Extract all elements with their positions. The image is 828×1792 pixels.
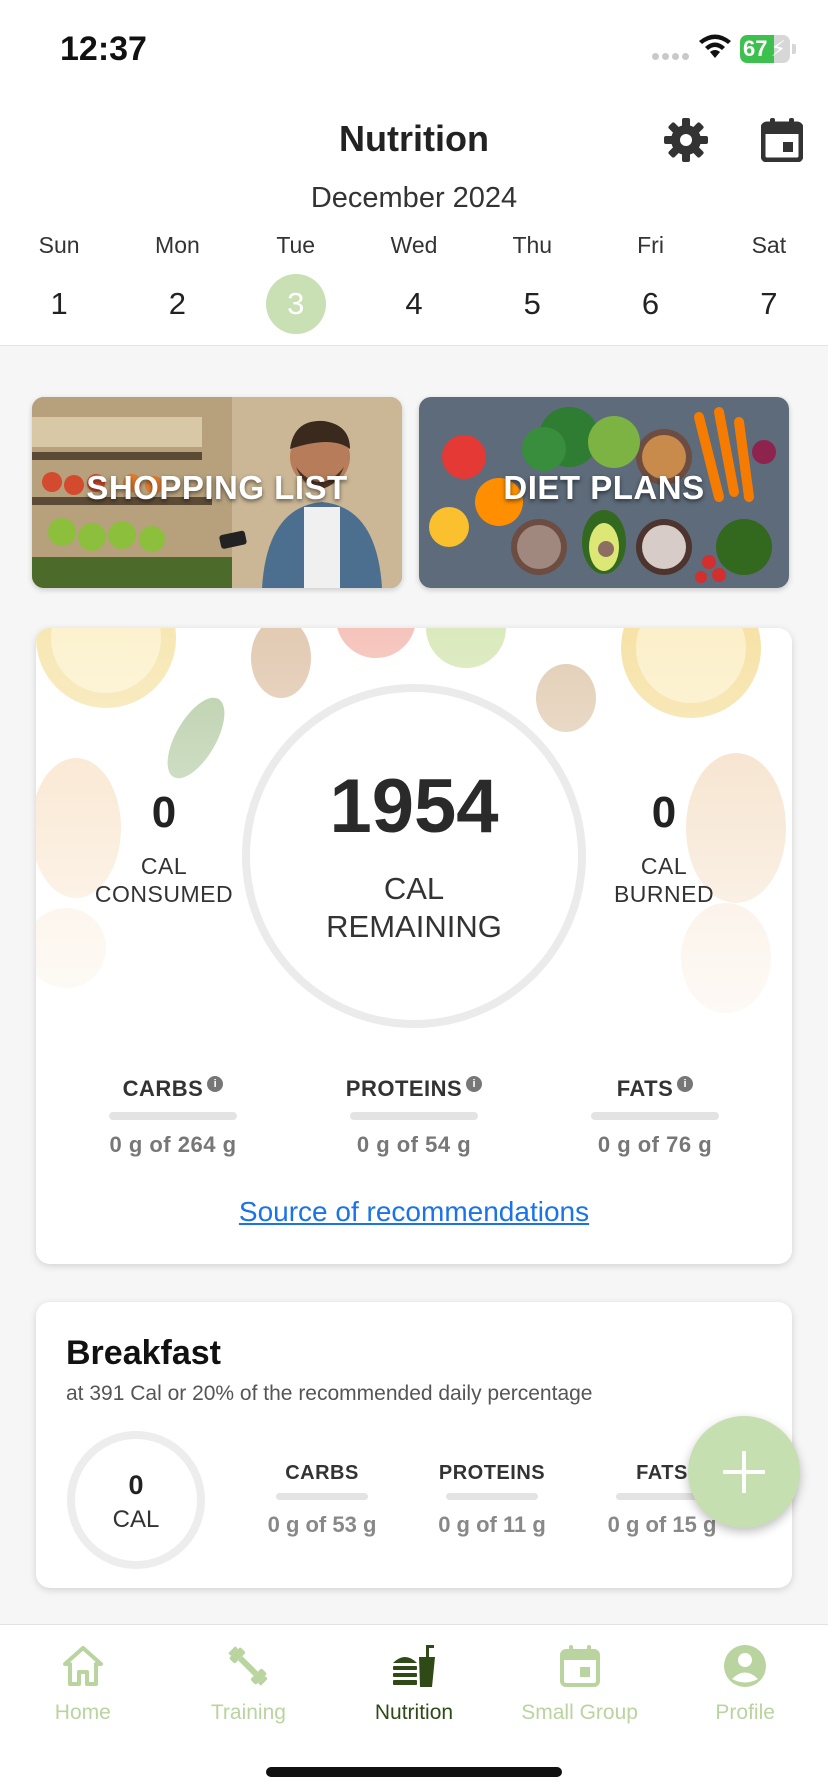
nutrition-header: Nutrition December 2024 Sun 1 Mon 2 Tue … <box>0 100 828 346</box>
calories-burned: 0 CAL BURNED <box>574 788 754 908</box>
macro-carbs-value: 0 g of 264 g <box>109 1132 237 1157</box>
shopping-list-banner[interactable]: SHOPPING LIST <box>32 397 402 588</box>
macro-fats-progress <box>591 1112 719 1120</box>
calories-burned-label: CAL BURNED <box>613 853 715 907</box>
meal-subtitle: at 391 Cal or 20% of the recommended dai… <box>66 1382 593 1405</box>
calendar-button[interactable] <box>754 112 810 168</box>
day-number: 2 <box>168 286 187 321</box>
breakfast-card[interactable]: Breakfast at 391 Cal or 20% of the recom… <box>36 1302 792 1588</box>
day-number: 6 <box>641 286 660 321</box>
calories-consumed-value: 0 <box>151 788 177 837</box>
calorie-summary-card: 1954 CAL REMAINING 0 CAL CONSUMED 0 CAL … <box>36 628 792 1264</box>
selected-day-number: 3 <box>265 274 326 334</box>
tab-small-group-label: Small Group <box>521 1701 638 1724</box>
meal-macro-proteins: PROTEINS 0 g of 11 g <box>438 1462 546 1537</box>
macro-fats-value: 0 g of 76 g <box>597 1132 713 1157</box>
calendar-icon <box>761 118 803 162</box>
week-strip: Sun 1 Mon 2 Tue 3 Wed 4 Thu 5 Fri 6 Sat 7 <box>0 232 828 334</box>
status-time: 12:37 <box>60 30 147 68</box>
tab-profile-label: Profile <box>715 1701 775 1724</box>
macro-carbs: CARBS i 0 g of 264 g <box>68 1076 278 1158</box>
battery-icon: 67 ⚡ <box>740 35 790 63</box>
cellular-signal-icon <box>652 53 689 60</box>
day-number: 5 <box>523 286 541 321</box>
macro-proteins-value: 0 g of 54 g <box>356 1132 472 1157</box>
calories-burned-value: 0 <box>651 788 677 837</box>
day-tue[interactable]: Tue 3 <box>237 232 355 334</box>
day-name: Mon <box>155 232 200 258</box>
gear-icon <box>664 118 708 162</box>
profile-icon <box>724 1645 767 1687</box>
macro-proteins-progress <box>350 1112 478 1120</box>
day-sat[interactable]: Sat 7 <box>710 232 828 334</box>
day-sun[interactable]: Sun 1 <box>0 232 118 334</box>
info-icon[interactable]: i <box>466 1076 483 1092</box>
status-bar: 12:37 67 ⚡ <box>0 0 828 100</box>
tab-profile[interactable]: Profile <box>662 1625 828 1792</box>
wifi-icon <box>699 34 731 58</box>
meal-title: Breakfast <box>66 1334 221 1372</box>
home-icon <box>62 1646 103 1686</box>
day-name: Thu <box>512 232 553 258</box>
macro-carbs-label: CARBS <box>122 1076 204 1101</box>
calories-consumed-label: CAL CONSUMED <box>94 853 234 907</box>
tab-nutrition-label: Nutrition <box>374 1701 454 1724</box>
battery-level: 67 <box>743 36 768 61</box>
plus-icon <box>723 1451 765 1493</box>
day-number: 1 <box>50 286 68 321</box>
calories-consumed: 0 CAL CONSUMED <box>74 788 254 908</box>
meal-calorie-label: CAL <box>112 1506 160 1533</box>
shopping-list-label: SHOPPING LIST <box>86 469 348 506</box>
day-name: Wed <box>390 232 438 258</box>
meal-macro-carbs: CARBS 0 g of 53 g <box>267 1462 377 1537</box>
day-fri[interactable]: Fri 6 <box>591 232 709 334</box>
macro-carbs-progress <box>109 1112 237 1120</box>
tab-training-label: Training <box>210 1701 286 1724</box>
add-food-button[interactable] <box>688 1416 800 1528</box>
day-mon[interactable]: Mon 2 <box>118 232 236 334</box>
food-icon <box>392 1645 435 1687</box>
meal-calorie-value: 0 <box>128 1470 144 1500</box>
calorie-ring <box>242 684 586 1028</box>
day-wed[interactable]: Wed 4 <box>355 232 473 334</box>
settings-button[interactable] <box>658 112 714 168</box>
calendar-icon <box>559 1645 600 1687</box>
day-number: 4 <box>405 286 423 321</box>
macro-fats-label: FATS <box>616 1076 674 1101</box>
tab-home-label: Home <box>54 1701 111 1724</box>
day-thu[interactable]: Thu 5 <box>473 232 591 334</box>
info-icon[interactable]: i <box>207 1076 224 1092</box>
tab-home[interactable]: Home <box>0 1625 166 1792</box>
day-name: Sat <box>751 232 787 258</box>
home-indicator <box>266 1767 562 1777</box>
macro-fats: FATS i 0 g of 76 g <box>550 1076 760 1158</box>
day-name: Sun <box>38 232 80 258</box>
month-label: December 2024 <box>310 182 518 214</box>
day-name: Fri <box>637 232 664 258</box>
diet-plans-label: DIET PLANS <box>503 469 705 506</box>
source-of-recommendations-link[interactable]: Source of recommendations <box>36 1196 792 1228</box>
info-icon[interactable]: i <box>677 1076 694 1092</box>
macro-proteins: PROTEINS i 0 g of 54 g <box>309 1076 519 1158</box>
day-name: Tue <box>276 232 316 258</box>
diet-plans-banner[interactable]: DIET PLANS <box>419 397 789 588</box>
day-number: 7 <box>760 286 778 321</box>
macro-proteins-label: PROTEINS <box>345 1076 463 1101</box>
dumbbell-icon <box>229 1646 268 1686</box>
